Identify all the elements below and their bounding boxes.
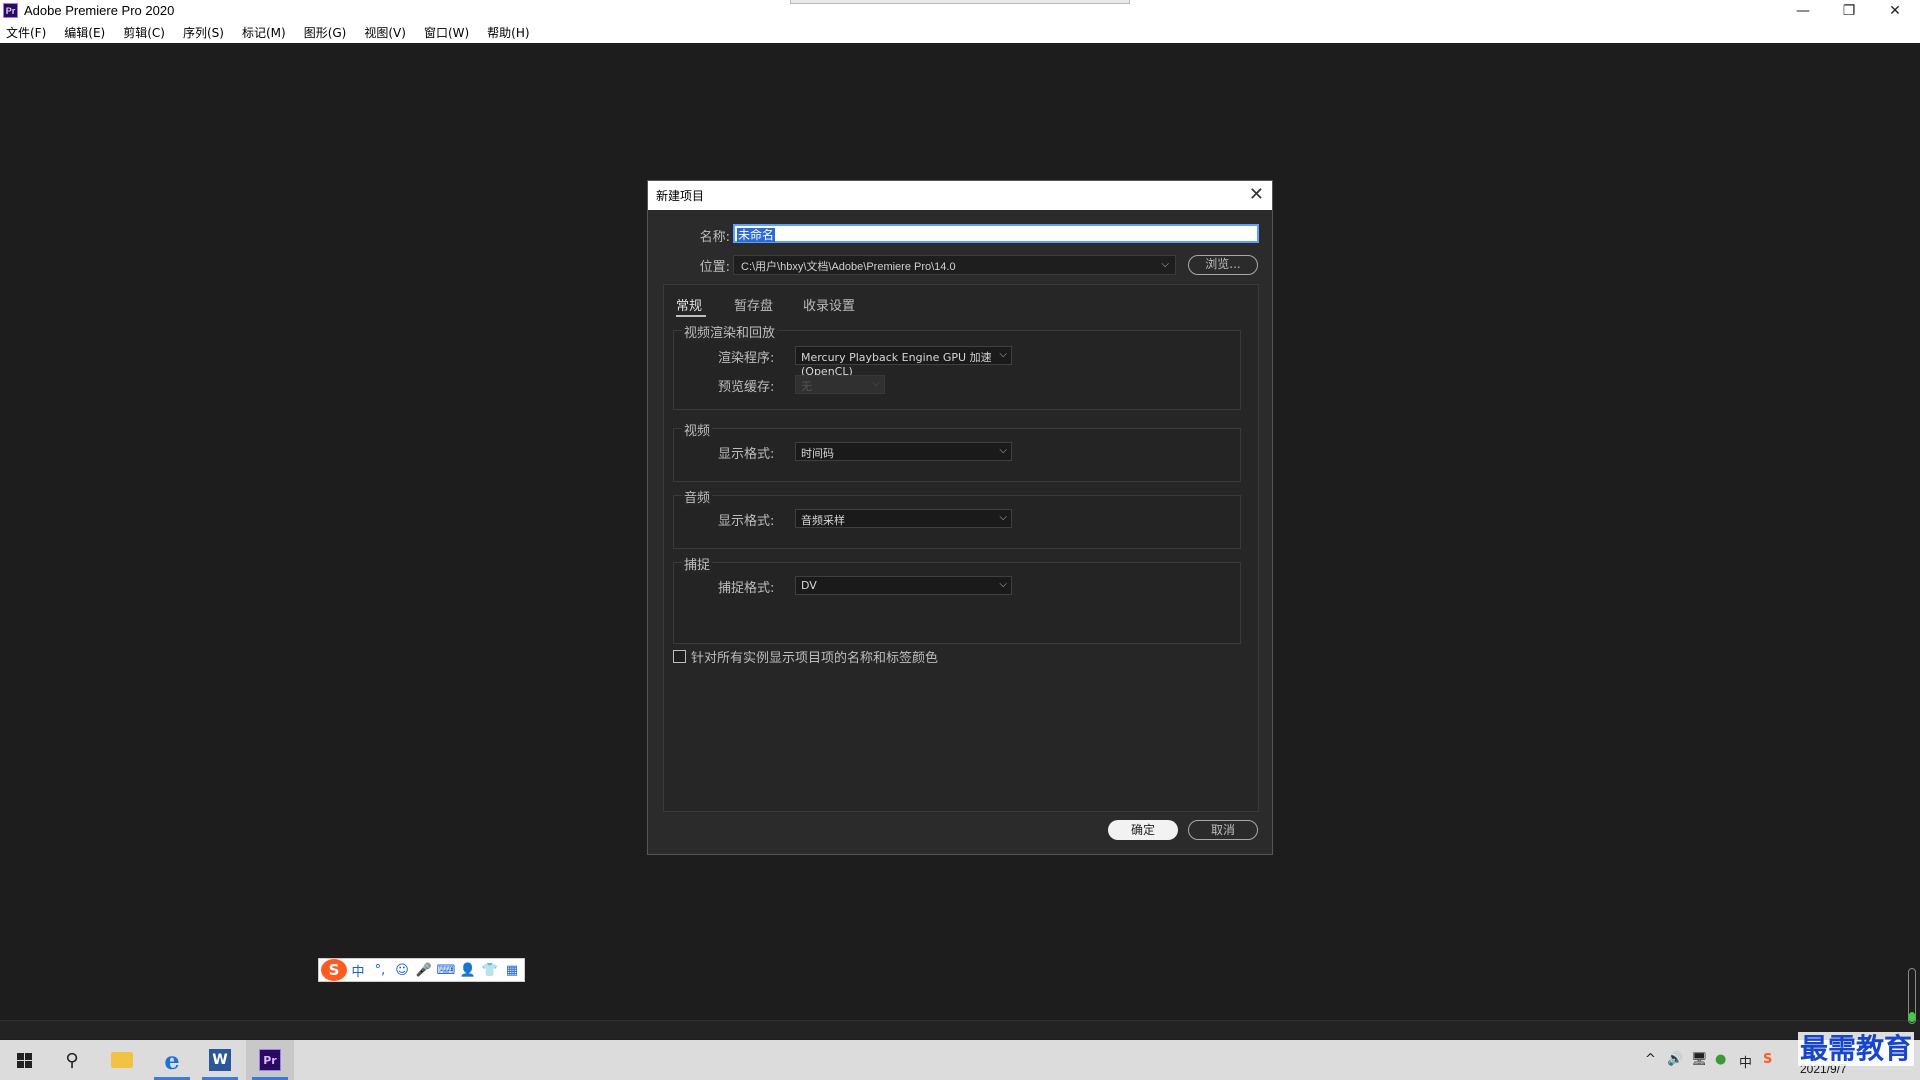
ime-emoji-icon[interactable]: ☺ bbox=[391, 963, 413, 978]
folder-icon bbox=[111, 1052, 133, 1068]
ime-keyboard-icon[interactable]: ⌨ bbox=[435, 963, 457, 978]
taskbar-word[interactable]: W bbox=[196, 1040, 244, 1080]
close-window-button[interactable]: ✕ bbox=[1872, 0, 1918, 22]
search-icon: ⚲ bbox=[65, 1049, 79, 1071]
audio-group-title: 音频 bbox=[682, 487, 713, 506]
video-format-value: 时间码 bbox=[801, 447, 834, 460]
chevron-down-icon: ⌵ bbox=[999, 445, 1007, 456]
name-label: 名称: bbox=[699, 230, 730, 245]
cancel-button[interactable]: 取消 bbox=[1188, 820, 1258, 840]
audio-group: 音频 显示格式: 音频采样 ⌵ bbox=[673, 487, 1241, 549]
watermark-logo: 最需教育 bbox=[1798, 1032, 1915, 1066]
menu-markers[interactable]: 标记(M) bbox=[240, 24, 288, 41]
tab-general[interactable]: 常规 bbox=[676, 295, 702, 314]
dialog-header: 新建项目 ✕ bbox=[648, 181, 1272, 210]
windows-logo-icon bbox=[16, 1052, 32, 1068]
dialog-close-icon[interactable]: ✕ bbox=[1249, 184, 1264, 205]
chevron-down-icon: ⌵ bbox=[999, 349, 1007, 360]
capture-format-select[interactable]: DV ⌵ bbox=[795, 576, 1012, 595]
menu-window[interactable]: 窗口(W) bbox=[422, 24, 471, 41]
capture-group: 捕捉 捕捉格式: DV ⌵ bbox=[673, 554, 1241, 644]
tab-scratch-disks[interactable]: 暂存盘 bbox=[734, 295, 773, 314]
show-label-colors-checkbox[interactable] bbox=[673, 650, 686, 663]
ime-skin-icon[interactable]: 👕 bbox=[479, 963, 501, 978]
taskbar: ⚲ e W Pr ^ 🔊 🖥 ● 中 S bbox=[0, 1040, 1920, 1080]
renderer-value: Mercury Playback Engine GPU 加速 (OpenCL) bbox=[801, 351, 992, 378]
taskbar-edge[interactable]: e bbox=[148, 1040, 196, 1080]
network-icon[interactable]: 🖥 bbox=[1691, 1052, 1708, 1067]
preview-cache-value: 无 bbox=[801, 380, 812, 393]
minimize-button[interactable]: — bbox=[1780, 0, 1826, 22]
ok-button[interactable]: 确定 bbox=[1108, 820, 1178, 840]
edge-browser-icon: e bbox=[164, 1045, 180, 1075]
start-button[interactable] bbox=[0, 1040, 48, 1080]
taskbar-explorer[interactable] bbox=[98, 1040, 146, 1080]
chevron-down-icon: ⌵ bbox=[999, 512, 1007, 523]
ime-tray-icon[interactable]: 中 bbox=[1739, 1052, 1752, 1071]
video-group-title: 视频 bbox=[682, 420, 713, 439]
project-name-input[interactable]: 未命名 bbox=[733, 224, 1259, 243]
chevron-down-icon: ⌵ bbox=[872, 378, 880, 389]
chevron-down-icon: ⌵ bbox=[1161, 259, 1169, 270]
video-format-select[interactable]: 时间码 ⌵ bbox=[795, 442, 1012, 461]
dialog-title: 新建项目 bbox=[656, 189, 705, 203]
restore-button[interactable]: ❐ bbox=[1826, 0, 1872, 22]
taskbar-premiere[interactable]: Pr bbox=[246, 1040, 294, 1080]
tray-overflow-icon[interactable]: ^ bbox=[1645, 1052, 1656, 1067]
word-icon: W bbox=[209, 1049, 231, 1071]
ime-chinese-mode-icon[interactable]: 中 bbox=[347, 961, 369, 980]
preview-cache-label: 预览缓存: bbox=[718, 380, 775, 395]
menu-file[interactable]: 文件(F) bbox=[4, 24, 48, 41]
menu-edit[interactable]: 编辑(E) bbox=[62, 24, 107, 41]
ime-punctuation-icon[interactable]: °, bbox=[369, 963, 391, 978]
audio-format-select[interactable]: 音频采样 ⌵ bbox=[795, 509, 1012, 528]
render-playback-group: 视频渲染和回放 渲染程序: Mercury Playback Engine GP… bbox=[673, 322, 1241, 410]
premiere-logo-icon: Pr bbox=[3, 3, 18, 18]
browse-button[interactable]: 浏览... bbox=[1188, 255, 1258, 275]
sogou-logo-icon[interactable]: S bbox=[321, 959, 347, 981]
menu-clip[interactable]: 剪辑(C) bbox=[121, 24, 167, 41]
preview-cache-select: 无 ⌵ bbox=[795, 375, 885, 394]
menu-sequence[interactable]: 序列(S) bbox=[181, 24, 226, 41]
menu-help[interactable]: 帮助(H) bbox=[485, 24, 531, 41]
project-name-value: 未命名 bbox=[737, 228, 776, 242]
ime-voice-icon[interactable]: 🎤 bbox=[413, 963, 435, 978]
location-dropdown[interactable]: C:\用户\hbxy\文档\Adobe\Premiere Pro\14.0 ⌵ bbox=[733, 255, 1176, 275]
renderer-label: 渲染程序: bbox=[718, 351, 775, 366]
video-format-label: 显示格式: bbox=[718, 447, 775, 462]
ime-user-icon[interactable]: 👤 bbox=[457, 963, 479, 978]
tab-ingest-settings[interactable]: 收录设置 bbox=[803, 295, 855, 314]
render-group-title: 视频渲染和回放 bbox=[682, 322, 778, 341]
security-tray-icon[interactable]: ● bbox=[1715, 1052, 1726, 1067]
audio-format-label: 显示格式: bbox=[718, 514, 775, 529]
search-button[interactable]: ⚲ bbox=[48, 1040, 96, 1080]
title-bar: Pr Adobe Premiere Pro 2020 — ❐ ✕ bbox=[0, 0, 1920, 22]
settings-panel: 常规 暂存盘 收录设置 视频渲染和回放 渲染程序: Mercury Playba… bbox=[663, 284, 1259, 812]
chevron-down-icon: ⌵ bbox=[999, 579, 1007, 590]
menu-bar: 文件(F) 编辑(E) 剪辑(C) 序列(S) 标记(M) 图形(G) 视图(V… bbox=[0, 22, 1920, 43]
status-strip bbox=[0, 1020, 1920, 1039]
capture-format-value: DV bbox=[801, 579, 817, 592]
capture-format-label: 捕捉格式: bbox=[718, 581, 775, 596]
active-tab-indicator bbox=[676, 315, 706, 317]
menu-view[interactable]: 视图(V) bbox=[362, 24, 408, 41]
location-label: 位置: bbox=[699, 260, 730, 275]
renderer-select[interactable]: Mercury Playback Engine GPU 加速 (OpenCL) … bbox=[795, 346, 1012, 378]
menu-graphics[interactable]: 图形(G) bbox=[302, 24, 349, 41]
audio-format-value: 音频采样 bbox=[801, 514, 845, 527]
window-edge-ghost bbox=[790, 0, 1130, 4]
video-group: 视频 显示格式: 时间码 ⌵ bbox=[673, 420, 1241, 482]
sogou-tray-icon[interactable]: S bbox=[1763, 1052, 1772, 1067]
ime-toolbar: S 中 °, ☺ 🎤 ⌨ 👤 👕 ▦ bbox=[318, 958, 525, 982]
volume-icon[interactable]: 🔊 bbox=[1667, 1052, 1683, 1067]
capture-group-title: 捕捉 bbox=[682, 554, 713, 573]
new-project-dialog: 新建项目 ✕ 名称: 未命名 位置: C:\用户\hbxy\文档\Adobe\P… bbox=[647, 180, 1273, 855]
app-title: Adobe Premiere Pro 2020 bbox=[24, 3, 175, 18]
scroll-indicator bbox=[1909, 1012, 1915, 1022]
ime-toolbox-icon[interactable]: ▦ bbox=[501, 963, 523, 978]
show-label-colors-label[interactable]: 针对所有实例显示项目项的名称和标签颜色 bbox=[691, 647, 938, 666]
premiere-taskbar-icon: Pr bbox=[259, 1049, 281, 1071]
location-value: C:\用户\hbxy\文档\Adobe\Premiere Pro\14.0 bbox=[741, 261, 956, 273]
